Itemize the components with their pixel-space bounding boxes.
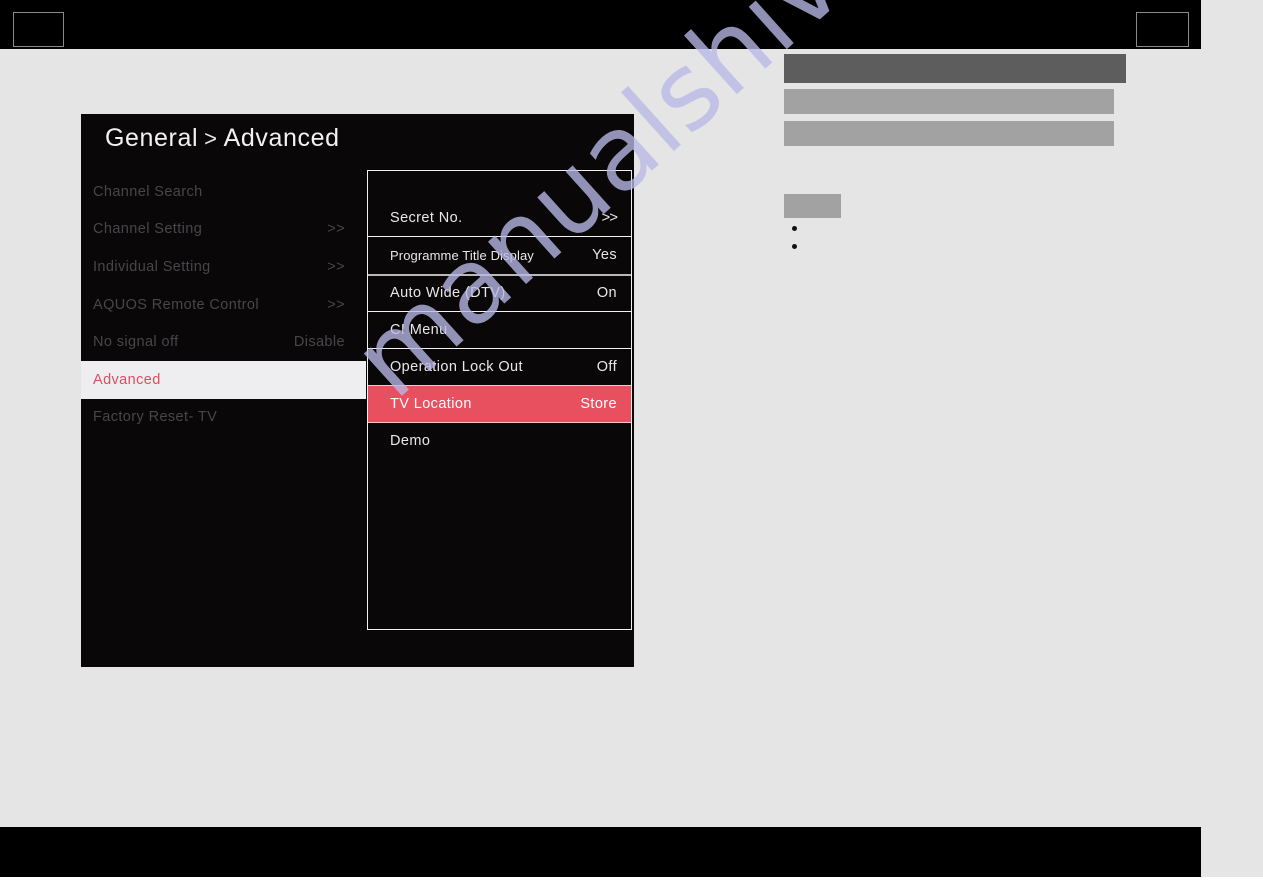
menu-item-label: No signal off bbox=[93, 334, 179, 351]
submenu-item-value: Yes bbox=[592, 247, 617, 264]
submenu-item-ci-menu[interactable]: CI Menu bbox=[368, 310, 631, 348]
breadcrumb-page: Advanced bbox=[223, 124, 340, 152]
page-header-band bbox=[0, 0, 1201, 49]
page-bottom-margin bbox=[0, 877, 1263, 893]
osd-breadcrumb-title: General > Advanced bbox=[105, 124, 340, 153]
submenu-item-operation-lock-out[interactable]: Operation Lock Out Off bbox=[368, 348, 631, 385]
header-right-placeholder-box bbox=[1136, 12, 1189, 47]
bullet-point-1 bbox=[792, 226, 797, 231]
menu-item-label: Individual Setting bbox=[93, 258, 211, 275]
redacted-text-block-2 bbox=[784, 121, 1114, 146]
submenu-item-demo[interactable]: Demo bbox=[368, 423, 631, 460]
submenu-item-value: Store bbox=[580, 396, 617, 413]
menu-item-advanced[interactable]: Advanced bbox=[81, 360, 366, 399]
page-root: General > Advanced Channel Search Channel … bbox=[0, 0, 1263, 893]
menu-item-individual-setting[interactable]: Individual Setting >> bbox=[81, 248, 366, 286]
menu-item-label: AQUOS Remote Control bbox=[93, 296, 259, 313]
breadcrumb-section: General bbox=[105, 124, 199, 152]
submenu-item-programme-title-display[interactable]: Programme Title Display Yes bbox=[368, 236, 631, 273]
bullet-point-2 bbox=[792, 244, 797, 249]
submenu-item-label: Auto Wide (DTV) bbox=[390, 285, 506, 302]
chevron-right-icon: >> bbox=[327, 258, 345, 275]
menu-item-aquos-remote-control[interactable]: AQUOS Remote Control >> bbox=[81, 286, 366, 324]
tv-osd-screenshot: General > Advanced Channel Search Channel … bbox=[81, 114, 634, 667]
submenu-item-tv-location[interactable]: TV Location Store bbox=[368, 385, 631, 423]
menu-item-value: Disable bbox=[293, 334, 345, 351]
submenu-item-label: TV Location bbox=[390, 396, 472, 413]
submenu-item-value: Off bbox=[596, 359, 617, 376]
menu-item-channel-setting[interactable]: Channel Setting >> bbox=[81, 211, 366, 249]
header-left-placeholder-box bbox=[13, 12, 64, 47]
chevron-right-icon: >> bbox=[327, 296, 345, 313]
page-right-margin bbox=[1201, 0, 1263, 893]
menu-item-no-signal-off[interactable]: No signal off Disable bbox=[81, 323, 366, 361]
submenu-item-label: Operation Lock Out bbox=[390, 359, 523, 376]
submenu-item-label: Demo bbox=[390, 433, 431, 450]
breadcrumb-chevron-icon: > bbox=[204, 126, 218, 151]
submenu-item-auto-wide-dtv[interactable]: Auto Wide (DTV) On bbox=[368, 273, 631, 311]
submenu-item-value: On bbox=[596, 285, 617, 302]
redacted-subheading-block bbox=[784, 194, 841, 218]
menu-item-label: Channel Setting bbox=[93, 221, 203, 238]
chevron-right-icon: >> bbox=[601, 209, 618, 227]
submenu-item-label: Secret No. bbox=[390, 209, 463, 226]
redacted-text-block-1 bbox=[784, 89, 1114, 114]
page-footer-band bbox=[0, 827, 1201, 877]
osd-advanced-submenu: Secret No. >> Programme Title Display Ye… bbox=[367, 170, 632, 630]
submenu-item-secret-no[interactable]: Secret No. >> bbox=[368, 199, 631, 236]
menu-item-label: Advanced bbox=[93, 371, 161, 388]
redacted-heading-block bbox=[784, 54, 1126, 83]
submenu-item-label: Programme Title Display bbox=[390, 247, 534, 263]
chevron-right-icon: >> bbox=[327, 221, 345, 238]
submenu-item-label: CI Menu bbox=[390, 322, 448, 339]
